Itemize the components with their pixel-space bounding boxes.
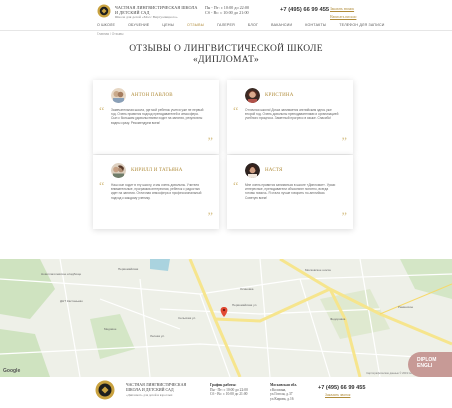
open-quote-icon: “ <box>99 179 105 193</box>
brand-subtitle: Школа для детей «Мосс Виртуалицкого» <box>115 15 178 19</box>
header-divider <box>0 30 452 31</box>
map-label: Первомайская <box>118 267 139 271</box>
map-label: Первомайская ул. <box>232 303 258 307</box>
footer-address-street-2: ул.Кирова, д.16 <box>270 396 294 401</box>
review-card: АНТОН ПАВЛОВ “ Замечательная школа, где … <box>93 80 219 154</box>
site-footer: ЧАСТНАЯ ЛИНГВИСТИЧЕСКАЯ ШКОЛА И ДЕТСКИЙ … <box>0 377 452 408</box>
working-hours: Пн - Пт: с 10:00 до 22:00 Сб - Вс: с 10:… <box>205 5 249 15</box>
nav-item-gallery[interactable]: ГАЛЕРЕЯ <box>217 23 235 27</box>
nav-item-education[interactable]: ОБУЧЕНИЕ <box>128 23 149 27</box>
map-label: Медовое <box>104 327 117 331</box>
map-copyright: Картографические данные © 2019 Google <box>366 372 417 375</box>
footer-phone[interactable]: +7 (495) 66 99 455 <box>318 385 365 391</box>
nav-item-about[interactable]: О ШКОЛЕ <box>97 23 115 27</box>
school-crest-icon[interactable] <box>95 379 115 401</box>
header-phone[interactable]: +7 (495) 66 99 455 <box>280 7 329 13</box>
reviewer-name: АНТОН ПАВЛОВ <box>131 93 173 98</box>
school-crest-icon[interactable] <box>97 4 111 18</box>
close-quote-icon: ” <box>341 134 347 148</box>
page-title: ОТЗЫВЫ О ЛИНГВИСТИЧЕСКОЙ ШКОЛЕ «ДИПЛОМАТ… <box>0 44 452 66</box>
close-quote-icon: ” <box>341 209 347 223</box>
reviewer-name: КРИСТИНА <box>265 93 294 98</box>
footer-callback-link[interactable]: Заказать звонок <box>325 393 350 397</box>
stamp-line-2: ENGLI <box>417 363 433 369</box>
hours-weekend: Сб - Вс: с 10:00 до 21:00 <box>205 10 249 16</box>
footer-address: Московская обл. г.Коломна, ул.Гоголя, д.… <box>270 383 297 401</box>
review-card: НАСТЯ “ Мне очень нравится заниматься в … <box>227 155 353 229</box>
diplomat-stamp-image: DIPLOM ENGLI <box>408 352 452 377</box>
reviewer-avatar <box>111 88 126 103</box>
reviewer-avatar <box>245 163 260 178</box>
open-quote-icon: “ <box>233 104 239 118</box>
nav-item-reviews[interactable]: ОТЗЫВЫ <box>187 23 204 27</box>
google-logo[interactable]: Google <box>3 368 20 374</box>
location-map[interactable]: Новоглаголевское кладбище Первомайская Д… <box>0 259 452 377</box>
review-card: КРИСТИНА “ Отличная школа! Дочка занимае… <box>227 80 353 154</box>
reviewer-name: НАСТЯ <box>265 168 283 173</box>
header-links: Заказать звонок Написать письмо <box>330 5 356 21</box>
open-quote-icon: “ <box>233 179 239 193</box>
footer-hours-weekend: Сб - Вс: с 10:00 до 21:00 <box>210 392 248 397</box>
review-text: Наш сын ходит в эту школу, и мы очень до… <box>111 183 202 200</box>
site-header: ЧАСТНАЯ ЛИНГВИСТИЧЕСКАЯ ШКОЛА И ДЕТСКИЙ … <box>0 0 452 38</box>
map-label: ДНТ Кастаньево <box>60 299 83 303</box>
close-quote-icon: ” <box>207 209 213 223</box>
nav-item-blog[interactable]: БЛОГ <box>248 23 258 27</box>
map-roads <box>0 259 452 377</box>
map-label: Осиновка <box>240 287 254 291</box>
review-text: Отличная школа! Дочка занимается английс… <box>245 108 339 121</box>
reviewer-avatar <box>245 88 260 103</box>
close-quote-icon: ” <box>207 134 213 148</box>
page-title-line-1: ОТЗЫВЫ О ЛИНГВИСТИЧЕСКОЙ ШКОЛЕ <box>129 44 323 54</box>
map-label: Новоглаголевское кладбище <box>41 272 82 276</box>
map-label: Федоровка <box>330 317 346 321</box>
footer-address-title: Московская обл. <box>270 383 298 387</box>
brand-block: ЧАСТНАЯ ЛИНГВИСТИЧЕСКАЯ ШКОЛА И ДЕТСКИЙ … <box>115 5 198 20</box>
review-card: КИРИЛЛ И ТАТЬЯНА “ Наш сын ходит в эту ш… <box>93 155 219 229</box>
footer-brand: ЧАСТНАЯ ЛИНГВИСТИЧЕСКАЯ ШКОЛА И ДЕТСКИЙ … <box>126 382 186 397</box>
page-title-line-2: «ДИПЛОМАТ» <box>192 55 260 65</box>
breadcrumb[interactable]: Главная / Отзывы <box>97 32 123 36</box>
footer-brand-subtitle: «Дипломат» для детей и взрослых <box>126 392 173 397</box>
nav-item-signup-phone[interactable]: ТЕЛЕФОН ДЛЯ ЗАПИСИ <box>339 23 384 27</box>
nav-item-prices[interactable]: ЦЕНЫ <box>162 23 174 27</box>
main-nav: О ШКОЛЕ ОБУЧЕНИЕ ЦЕНЫ ОТЗЫВЫ ГАЛЕРЕЯ БЛО… <box>97 23 398 27</box>
open-quote-icon: “ <box>99 104 105 118</box>
map-label: Сельская ул. <box>178 316 197 320</box>
review-text: Мне очень нравится заниматься в школе «Д… <box>245 183 336 200</box>
footer-hours: График работы: Пн - Пт: с 10:00 до 22:00… <box>210 383 248 397</box>
map-label: Лесная ул. <box>150 334 165 338</box>
map-label: Раменское <box>398 305 414 309</box>
reviewer-name: КИРИЛЛ И ТАТЬЯНА <box>131 168 183 173</box>
write-letter-link[interactable]: Написать письмо <box>330 13 356 21</box>
review-text: Замечательная школа, где мой ребенок учи… <box>111 108 204 125</box>
map-label: Московское шоссе <box>305 268 332 272</box>
callback-link[interactable]: Заказать звонок <box>330 5 356 13</box>
nav-item-contacts[interactable]: КОНТАКТЫ <box>305 23 326 27</box>
reviewer-avatar <box>111 163 126 178</box>
nav-item-vacancies[interactable]: ВАКАНСИИ <box>271 23 292 27</box>
